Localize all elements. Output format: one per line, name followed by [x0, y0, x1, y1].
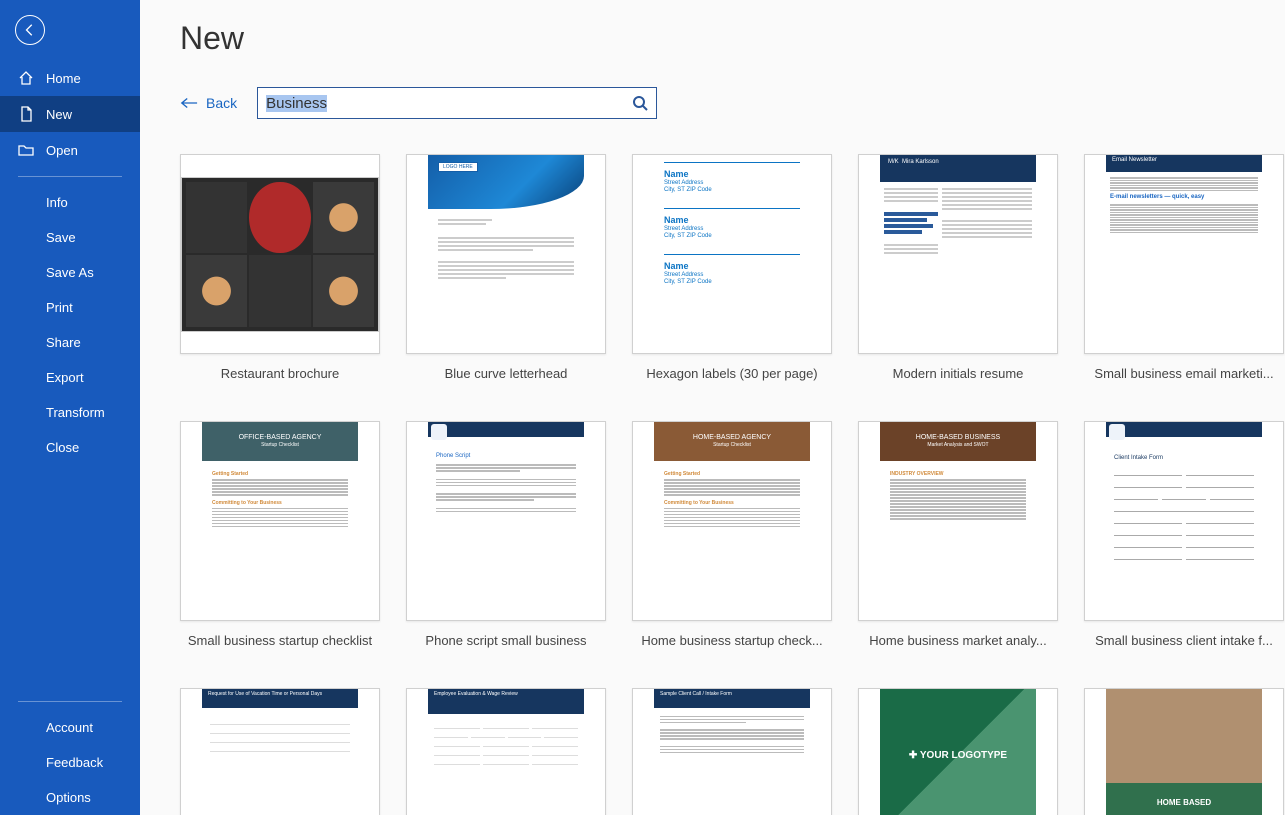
template-card[interactable]: Sample Client Call / Intake Form [632, 688, 832, 815]
back-link[interactable]: Back [180, 95, 237, 111]
search-toolbar: Back [180, 87, 1285, 119]
template-label: Restaurant brochure [221, 366, 340, 381]
page-title: New [180, 20, 1285, 57]
nav-info[interactable]: Info [0, 185, 140, 220]
nav-print[interactable]: Print [0, 290, 140, 325]
template-label: Modern initials resume [893, 366, 1024, 381]
template-thumb: HOME-BASED BUSINESSMarket Analysis and S… [858, 421, 1058, 621]
folder-open-icon [18, 142, 34, 158]
backstage-sidebar: Home New Open Info Save Save As Print Sh… [0, 0, 140, 815]
template-card[interactable]: HOME-BASED BUSINESSMarket Analysis and S… [858, 421, 1058, 648]
arrow-left-icon [180, 97, 198, 109]
nav-options[interactable]: Options [0, 780, 140, 815]
nav-home[interactable]: Home [0, 60, 140, 96]
back-link-label: Back [206, 95, 237, 111]
template-thumb: Email Newsletter E-mail newsletters — qu… [1084, 154, 1284, 354]
search-button[interactable] [629, 92, 651, 114]
template-label: Hexagon labels (30 per page) [646, 366, 817, 381]
divider [18, 701, 122, 702]
template-label: Home business startup check... [641, 633, 822, 648]
nav-new[interactable]: New [0, 96, 140, 132]
template-card[interactable]: ✚ YOUR LOGOTYPE [858, 688, 1058, 815]
template-thumb: LOGO HERE [406, 154, 606, 354]
arrow-left-icon [23, 23, 37, 37]
template-card[interactable]: Email Newsletter E-mail newsletters — qu… [1084, 154, 1284, 381]
template-label: Phone script small business [425, 633, 586, 648]
template-card[interactable]: NameStreet AddressCity, ST ZIP Code Name… [632, 154, 832, 381]
template-thumb [180, 154, 380, 354]
divider [18, 176, 122, 177]
nav-transform[interactable]: Transform [0, 395, 140, 430]
template-label: Blue curve letterhead [445, 366, 568, 381]
template-card[interactable]: Phone Script Phone script small business [406, 421, 606, 648]
nav-save-as[interactable]: Save As [0, 255, 140, 290]
search-input[interactable] [257, 87, 657, 119]
main-panel: New Back Re [140, 0, 1285, 815]
template-thumb: M/K Mira Karlsson [858, 154, 1058, 354]
nav-export[interactable]: Export [0, 360, 140, 395]
template-thumb: HOME-BASED AGENCYStartup Checklist Getti… [632, 421, 832, 621]
template-thumb: HOME BASED [1084, 688, 1284, 815]
template-label: Small business client intake f... [1095, 633, 1273, 648]
nav-save[interactable]: Save [0, 220, 140, 255]
template-search [257, 87, 657, 119]
template-thumb: NameStreet AddressCity, ST ZIP Code Name… [632, 154, 832, 354]
template-thumb: Client Intake Form [1084, 421, 1284, 621]
template-card[interactable]: Employee Evaluation & Wage Review [406, 688, 606, 815]
back-button[interactable] [15, 15, 45, 45]
template-card[interactable]: HOME BASED [1084, 688, 1284, 815]
template-label: Home business market analy... [869, 633, 1047, 648]
template-thumb: Sample Client Call / Intake Form [632, 688, 832, 815]
nav-open[interactable]: Open [0, 132, 140, 168]
nav-label: Home [46, 71, 81, 86]
template-card[interactable]: Request for Use of Vacation Time or Pers… [180, 688, 380, 815]
template-card[interactable]: HOME-BASED AGENCYStartup Checklist Getti… [632, 421, 832, 648]
template-thumb: OFFICE-BASED AGENCYStartup Checklist Get… [180, 421, 380, 621]
template-card[interactable]: Restaurant brochure [180, 154, 380, 381]
search-icon [632, 95, 648, 111]
template-card[interactable]: OFFICE-BASED AGENCYStartup Checklist Get… [180, 421, 380, 648]
template-card[interactable]: M/K Mira Karlsson [858, 154, 1058, 381]
template-label: Small business email marketi... [1094, 366, 1273, 381]
template-thumb: Request for Use of Vacation Time or Pers… [180, 688, 380, 815]
template-card[interactable]: Client Intake Form Small business clien [1084, 421, 1284, 648]
new-doc-icon [18, 106, 34, 122]
nav-label: Open [46, 143, 78, 158]
nav-account[interactable]: Account [0, 710, 140, 745]
nav-close[interactable]: Close [0, 430, 140, 465]
template-thumb: Phone Script [406, 421, 606, 621]
nav-label: New [46, 107, 72, 122]
nav-feedback[interactable]: Feedback [0, 745, 140, 780]
template-card[interactable]: LOGO HERE Blue curve letterhead [406, 154, 606, 381]
home-icon [18, 70, 34, 86]
template-label: Small business startup checklist [188, 633, 372, 648]
template-thumb: Employee Evaluation & Wage Review [406, 688, 606, 815]
nav-share[interactable]: Share [0, 325, 140, 360]
template-thumb: ✚ YOUR LOGOTYPE [858, 688, 1058, 815]
template-grid: Restaurant brochure LOGO HERE [180, 154, 1285, 815]
